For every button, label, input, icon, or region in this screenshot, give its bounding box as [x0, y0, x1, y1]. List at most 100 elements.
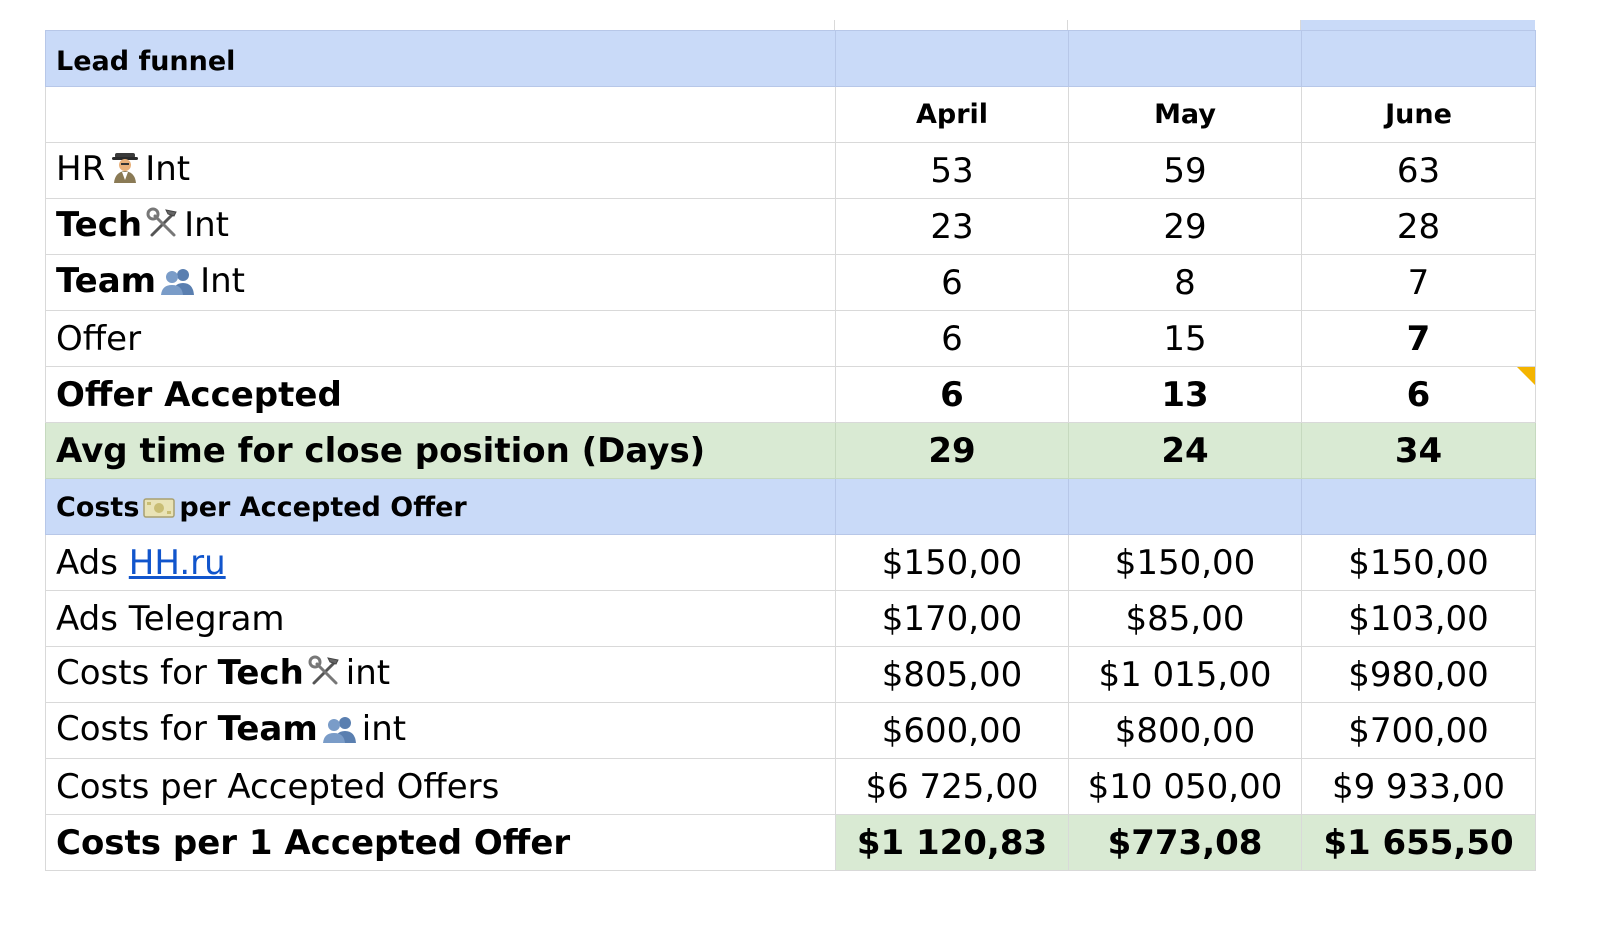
row-costs-tech: Costs for Tech int $805,00 $1 015,00 $980… — [45, 646, 1536, 703]
cell-label-team-int[interactable]: Team Int — [45, 254, 836, 311]
cell-value[interactable]: 53 — [835, 142, 1069, 199]
hammer-wrench-icon — [308, 654, 342, 697]
cell-value[interactable]: $600,00 — [835, 702, 1069, 759]
cell-value[interactable]: 13 — [1068, 366, 1302, 423]
cell-value[interactable]: 7 — [1301, 254, 1536, 311]
cell-lead-funnel-title[interactable]: Lead funnel — [45, 30, 836, 87]
cell-value[interactable]: 6 — [835, 366, 1069, 423]
cell-label-costs-per-accepted-offers[interactable]: Costs per Accepted Offers — [45, 758, 836, 815]
cell-value[interactable]: $1 015,00 — [1068, 646, 1302, 703]
note-marker-icon[interactable] — [1517, 367, 1535, 385]
cell-value[interactable]: 59 — [1068, 142, 1302, 199]
row-avg-time: Avg time for close position (Days) 29 24… — [45, 422, 1536, 479]
cell-value[interactable]: 28 — [1301, 198, 1536, 255]
label-text: Team — [56, 260, 157, 301]
detective-icon — [109, 150, 141, 193]
cell-costs-title[interactable]: Costs per Accepted Offer — [45, 478, 836, 535]
cell-value[interactable]: $6 725,00 — [835, 758, 1069, 815]
label-text: Team — [217, 708, 318, 749]
cell-label-hr-int[interactable]: HR Int — [45, 142, 836, 199]
spreadsheet-grid: Lead funnel April May June HR Int 53 59 6… — [45, 20, 1536, 871]
cell-value[interactable]: $805,00 — [835, 646, 1069, 703]
row-costs-per-accepted-offers: Costs per Accepted Offers $6 725,00 $10 … — [45, 758, 1536, 815]
cell-value[interactable]: 34 — [1301, 422, 1536, 479]
label-text: Int — [145, 148, 191, 189]
cell-label-ads-telegram[interactable]: Ads Telegram — [45, 590, 836, 647]
money-banknote-icon — [143, 496, 176, 527]
hammer-wrench-icon — [146, 206, 180, 249]
row-costs-per-one-offer: Costs per 1 Accepted Offer $1 120,83 $77… — [45, 814, 1536, 871]
cell-empty[interactable] — [835, 30, 1069, 87]
cell-empty[interactable] — [835, 478, 1069, 535]
label-text: Tech — [217, 652, 304, 693]
label-text: int — [345, 652, 391, 693]
cell-empty[interactable] — [1301, 30, 1536, 87]
cell-label-offer[interactable]: Offer — [45, 310, 836, 367]
cell-label-offer-accepted[interactable]: Offer Accepted — [45, 366, 836, 423]
label-text: Int — [200, 260, 246, 301]
row-tech-int: Tech Int 23 29 28 — [45, 198, 1536, 255]
cell-value[interactable]: 23 — [835, 198, 1069, 255]
cell-value[interactable]: $1 120,83 — [835, 814, 1069, 871]
cell-value[interactable]: 29 — [835, 422, 1069, 479]
cell-value[interactable]: $980,00 — [1301, 646, 1536, 703]
cell-empty[interactable] — [45, 86, 836, 143]
row-hr-int: HR Int 53 59 63 — [45, 142, 1536, 199]
cell-value[interactable]: $1 655,50 — [1301, 814, 1536, 871]
cell-empty[interactable] — [1068, 30, 1302, 87]
row-offer: Offer 6 15 7 — [45, 310, 1536, 367]
row-ads-telegram: Ads Telegram $170,00 $85,00 $103,00 — [45, 590, 1536, 647]
cell-value[interactable]: $85,00 — [1068, 590, 1302, 647]
lead-funnel-table: Lead funnel April May June HR Int 53 59 6… — [45, 30, 1536, 871]
label-text: Costs — [56, 492, 140, 523]
cell-value[interactable]: 6 — [835, 310, 1069, 367]
cell-value[interactable]: 63 — [1301, 142, 1536, 199]
cell-value[interactable]: $10 050,00 — [1068, 758, 1302, 815]
cell-value[interactable]: $103,00 — [1301, 590, 1536, 647]
cell-label-ads-hh[interactable]: Ads HH.ru — [45, 534, 836, 591]
label-text: Costs for — [56, 652, 207, 693]
row-ads-hh: Ads HH.ru $150,00 $150,00 $150,00 — [45, 534, 1536, 591]
month-header-april[interactable]: April — [835, 86, 1069, 143]
cell-value[interactable]: 29 — [1068, 198, 1302, 255]
cell-value[interactable]: $170,00 — [835, 590, 1069, 647]
cell-value[interactable]: $9 933,00 — [1301, 758, 1536, 815]
people-icon — [322, 713, 358, 753]
label-text: HR — [56, 148, 106, 189]
cell-empty[interactable] — [1301, 478, 1536, 535]
cell-label-costs-per-one-offer[interactable]: Costs per 1 Accepted Offer — [45, 814, 836, 871]
row-offer-accepted: Offer Accepted 6 13 6 — [45, 366, 1536, 423]
month-header-may[interactable]: May — [1068, 86, 1302, 143]
hh-ru-link[interactable]: HH.ru — [129, 543, 226, 583]
cell-value[interactable]: $773,08 — [1068, 814, 1302, 871]
row-costs-team: Costs for Team int $600,00 $800,00 $700,0… — [45, 702, 1536, 759]
cell-label-avg-time[interactable]: Avg time for close position (Days) — [45, 422, 836, 479]
label-text: Tech — [56, 204, 143, 245]
cell-value[interactable]: 7 — [1301, 310, 1536, 367]
cell-label-costs-team[interactable]: Costs for Team int — [45, 702, 836, 759]
cell-value[interactable]: 24 — [1068, 422, 1302, 479]
cell-value[interactable]: $150,00 — [835, 534, 1069, 591]
cell-value[interactable]: $150,00 — [1301, 534, 1536, 591]
cell-text: 6 — [1406, 374, 1431, 415]
cell-label-costs-tech[interactable]: Costs for Tech int — [45, 646, 836, 703]
month-header-row: April May June — [45, 86, 1536, 143]
cell-empty[interactable] — [1068, 478, 1302, 535]
section-header-lead-funnel: Lead funnel — [45, 30, 1536, 87]
label-text: Costs for — [56, 708, 207, 749]
cell-value[interactable]: 8 — [1068, 254, 1302, 311]
cell-value[interactable]: 15 — [1068, 310, 1302, 367]
cell-value[interactable]: 6 — [835, 254, 1069, 311]
row-team-int: Team Int 6 8 7 — [45, 254, 1536, 311]
cell-value[interactable]: $800,00 — [1068, 702, 1302, 759]
label-text: Ads — [56, 542, 118, 583]
month-header-june[interactable]: June — [1301, 86, 1536, 143]
label-text: int — [361, 708, 407, 749]
cell-label-tech-int[interactable]: Tech Int — [45, 198, 836, 255]
cell-value-with-note[interactable]: 6 — [1301, 366, 1536, 423]
cell-value[interactable]: $700,00 — [1301, 702, 1536, 759]
people-icon — [160, 265, 196, 305]
label-text: per Accepted Offer — [179, 492, 467, 523]
section-header-costs: Costs per Accepted Offer — [45, 478, 1536, 535]
cell-value[interactable]: $150,00 — [1068, 534, 1302, 591]
